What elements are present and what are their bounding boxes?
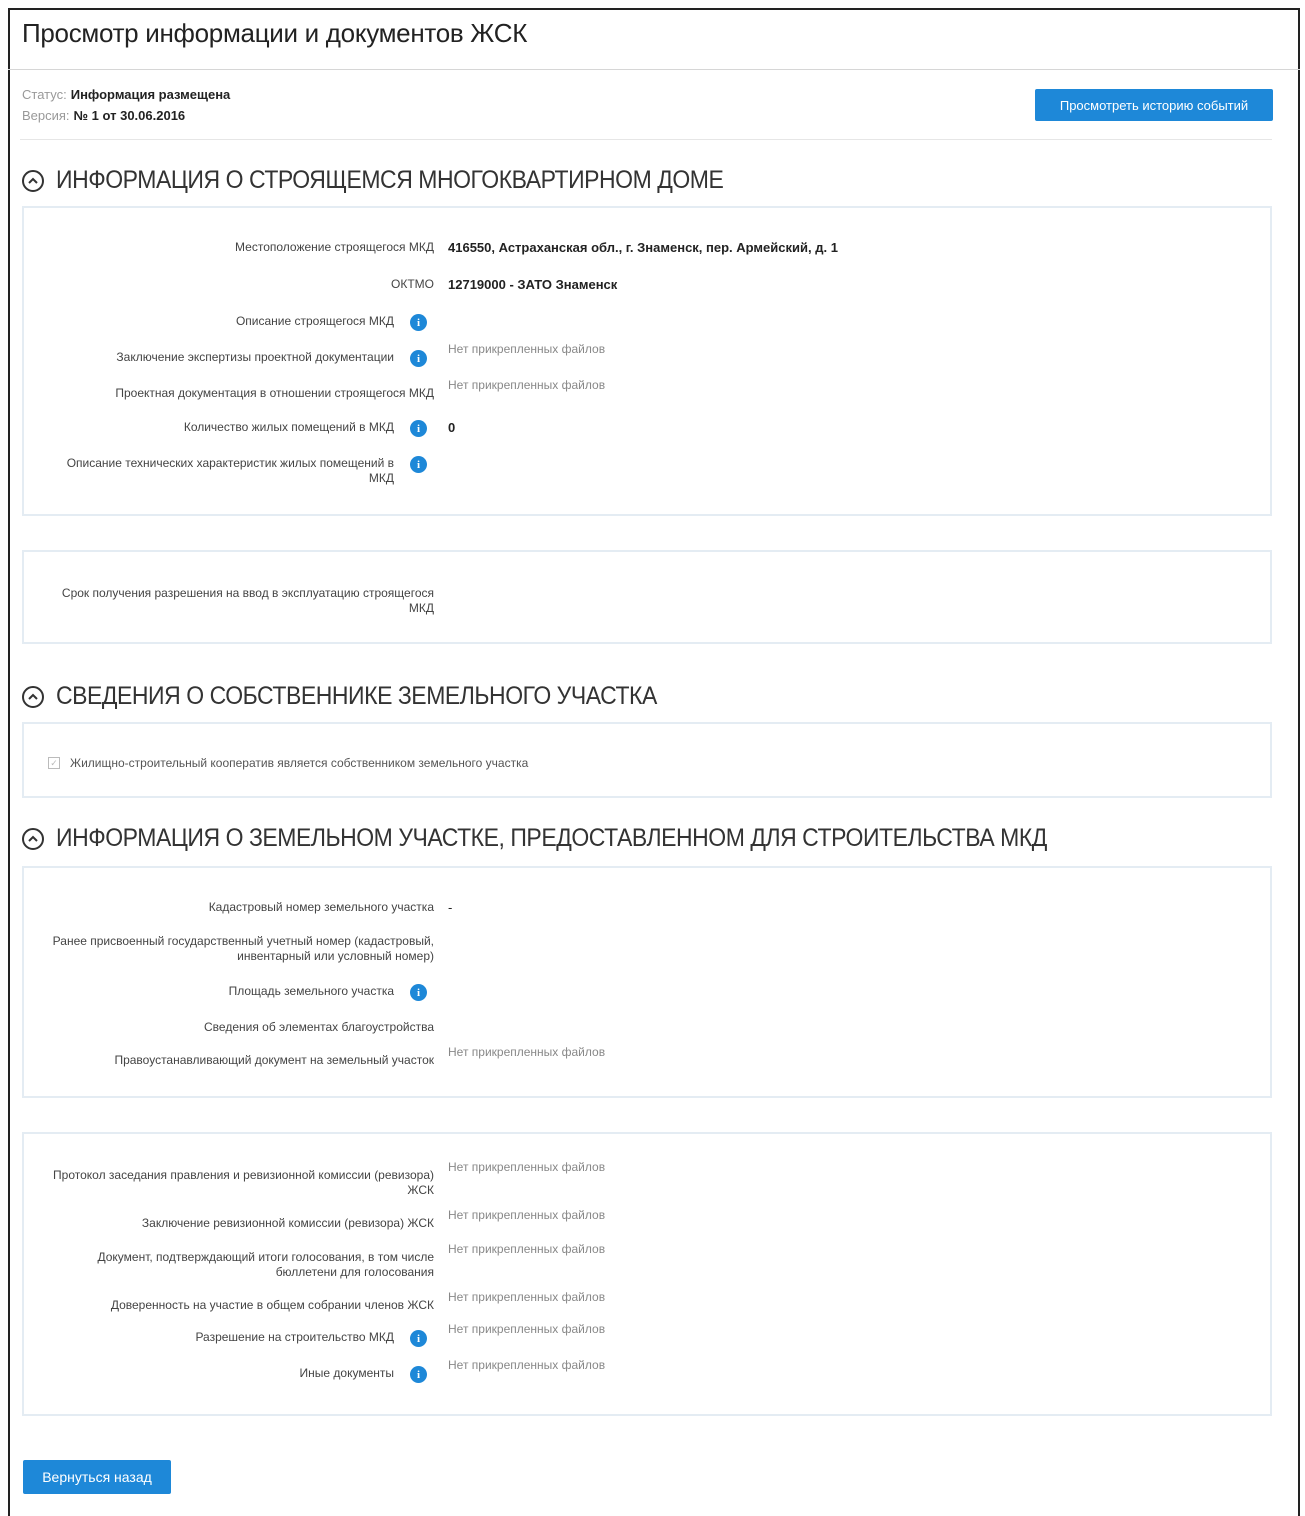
version-line: Версия: № 1 от 30.06.2016 bbox=[22, 108, 185, 123]
field-label: Срок получения разрешения на ввод в эксп… bbox=[61, 586, 434, 615]
owner-checkbox-row: ✓ Жилищно-строительный кооператив являет… bbox=[48, 756, 528, 770]
version-label: Версия: bbox=[22, 108, 70, 123]
section-title: ИНФОРМАЦИЯ О СТРОЯЩЕМСЯ МНОГОКВАРТИРНОМ … bbox=[56, 166, 724, 194]
field-label: Описание технических характеристик жилых… bbox=[66, 456, 394, 485]
field-value: - bbox=[448, 900, 453, 915]
document-label: Протокол заседания правления и ревизионн… bbox=[53, 1168, 434, 1197]
owner-panel: ✓ Жилищно-строительный кооператив являет… bbox=[22, 722, 1272, 798]
field-label: Описание строящегося МКД bbox=[235, 314, 394, 328]
chevron-up-circle-icon[interactable] bbox=[22, 827, 44, 850]
document-label: Документ, подтверждающий итоги голосован… bbox=[97, 1250, 434, 1279]
section-title: СВЕДЕНИЯ О СОБСТВЕННИКЕ ЗЕМЕЛЬНОГО УЧАСТ… bbox=[56, 682, 657, 710]
field-value: Нет прикрепленных файлов bbox=[448, 1045, 606, 1059]
document-value: Нет прикрепленных файлов bbox=[448, 1160, 606, 1174]
field-label: Ранее присвоенный государственный учетны… bbox=[52, 934, 434, 963]
field-label: Проектная документация в отношении строя… bbox=[115, 386, 434, 400]
field-label: Местоположение строящегося МКД bbox=[235, 240, 434, 254]
field-value: 12719000 - ЗАТО Знаменск bbox=[448, 277, 618, 292]
info-icon[interactable]: i bbox=[410, 350, 427, 367]
view-history-button[interactable]: Просмотреть историю событий bbox=[1035, 89, 1273, 121]
document-value: Нет прикрепленных файлов bbox=[448, 1242, 606, 1256]
status-label: Статус: bbox=[22, 87, 67, 102]
info-icon[interactable]: i bbox=[410, 984, 427, 1001]
field-value: 416550, Астраханская обл., г. Знаменск, … bbox=[448, 240, 838, 255]
status-line: Статус: Информация размещена bbox=[22, 87, 230, 102]
version-value: № 1 от 30.06.2016 bbox=[73, 108, 186, 123]
info-icon[interactable]: i bbox=[410, 456, 427, 473]
document-label: Заключение ревизионной комиссии (ревизор… bbox=[141, 1216, 434, 1230]
section-owner-header[interactable]: СВЕДЕНИЯ О СОБСТВЕННИКЕ ЗЕМЕЛЬНОГО УЧАСТ… bbox=[22, 682, 709, 711]
info-icon[interactable]: i bbox=[410, 1366, 427, 1383]
land-info-panel: Кадастровый номер земельного участка - Р… bbox=[22, 866, 1272, 1098]
status-divider bbox=[20, 139, 1272, 140]
document-value: Нет прикрепленных файлов bbox=[448, 1322, 606, 1336]
owner-checkbox[interactable]: ✓ bbox=[48, 757, 60, 769]
field-label: Сведения об элементах благоустройства bbox=[204, 1020, 434, 1034]
chevron-up-circle-icon[interactable] bbox=[22, 685, 44, 708]
section-title: ИНФОРМАЦИЯ О ЗЕМЕЛЬНОМ УЧАСТКЕ, ПРЕДОСТА… bbox=[56, 824, 1047, 852]
info-icon[interactable]: i bbox=[410, 420, 427, 437]
permit-panel: Срок получения разрешения на ввод в эксп… bbox=[22, 550, 1272, 644]
info-icon[interactable]: i bbox=[410, 1330, 427, 1347]
document-label: Доверенность на участие в общем собрании… bbox=[110, 1298, 434, 1312]
field-label: Количество жилых помещений в МКД bbox=[183, 420, 394, 434]
section-construction-header[interactable]: ИНФОРМАЦИЯ О СТРОЯЩЕМСЯ МНОГОКВАРТИРНОМ … bbox=[22, 166, 781, 195]
field-label: Правоустанавливающий документ на земельн… bbox=[114, 1053, 434, 1067]
construction-info-panel: Местоположение строящегося МКД 416550, А… bbox=[22, 206, 1272, 516]
field-label: Заключение экспертизы проектной документ… bbox=[116, 350, 394, 364]
field-label: ОКТМО bbox=[391, 277, 434, 291]
document-value: Нет прикрепленных файлов bbox=[448, 1208, 606, 1222]
document-label: Иные документы bbox=[299, 1366, 394, 1380]
field-value: Нет прикрепленных файлов bbox=[448, 342, 606, 356]
checkbox-label: Жилищно-строительный кооператив является… bbox=[70, 756, 529, 770]
status-value: Информация размещена bbox=[70, 87, 231, 102]
chevron-up-circle-icon[interactable] bbox=[22, 169, 44, 192]
info-icon[interactable]: i bbox=[410, 314, 427, 331]
documents-panel: Протокол заседания правления и ревизионн… bbox=[22, 1132, 1272, 1416]
document-label: Разрешение на строительство МКД bbox=[195, 1330, 394, 1344]
document-value: Нет прикрепленных файлов bbox=[448, 1358, 606, 1372]
document-value: Нет прикрепленных файлов bbox=[448, 1290, 606, 1304]
page-title: Просмотр информации и документов ЖСК bbox=[22, 18, 528, 48]
title-divider bbox=[8, 69, 1300, 70]
field-label: Кадастровый номер земельного участка bbox=[208, 900, 434, 914]
section-land-header[interactable]: ИНФОРМАЦИЯ О ЗЕМЕЛЬНОМ УЧАСТКЕ, ПРЕДОСТА… bbox=[22, 824, 1133, 853]
field-value: Нет прикрепленных файлов bbox=[448, 378, 606, 392]
field-value: 0 bbox=[448, 420, 456, 435]
field-label: Площадь земельного участка bbox=[228, 984, 394, 998]
back-button[interactable]: Вернуться назад bbox=[23, 1460, 171, 1494]
